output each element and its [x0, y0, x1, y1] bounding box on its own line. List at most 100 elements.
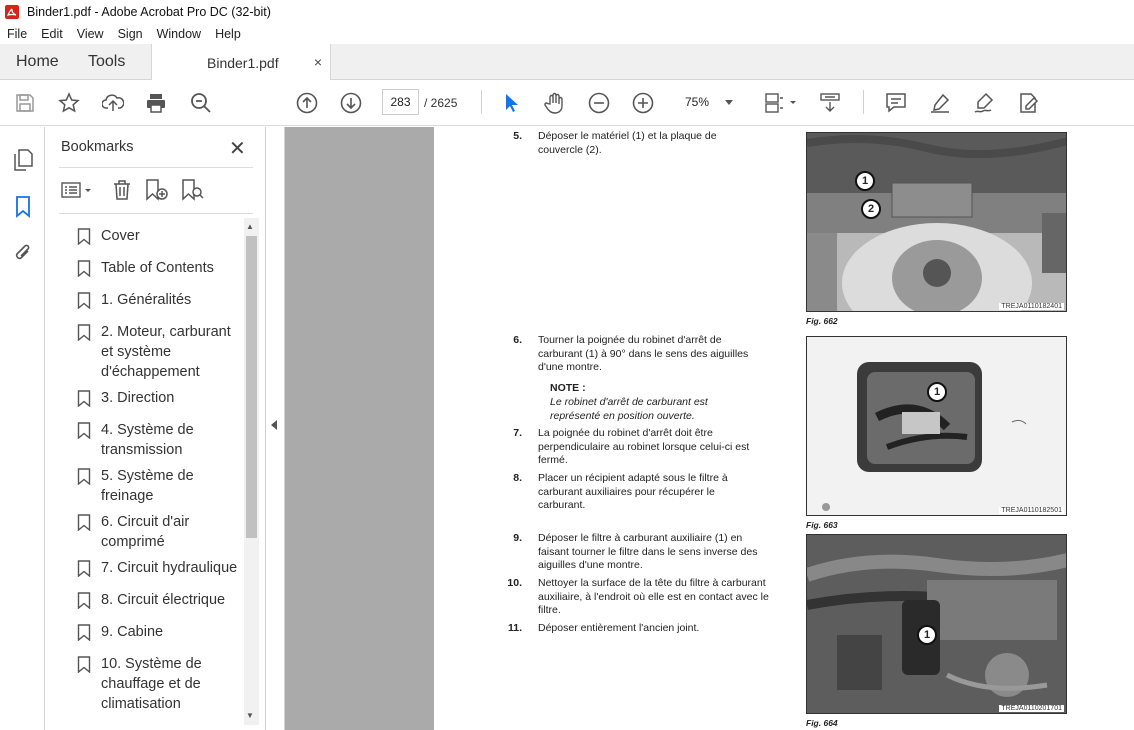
bookmark-label: 3. Direction: [101, 390, 175, 406]
bookmark-icon: [77, 468, 91, 485]
bookmarks-panel-icon[interactable]: [11, 195, 35, 219]
callout-1: 1: [927, 382, 947, 402]
callout-1: 1: [855, 171, 875, 191]
menu-view[interactable]: View: [70, 27, 111, 41]
menu-file[interactable]: File: [0, 27, 34, 41]
figure-id: TREJA0110182501: [999, 507, 1064, 514]
redact-icon[interactable]: [1016, 91, 1040, 115]
zoom-out-icon[interactable]: [587, 91, 611, 115]
toolbar-divider: [863, 90, 864, 114]
page-layout-icon[interactable]: [764, 91, 798, 115]
bookmark-label: 8. Circuit électrique: [101, 592, 226, 608]
scroll-mode-icon[interactable]: [818, 91, 842, 115]
scroll-up-icon[interactable]: ▲: [246, 222, 254, 231]
step-number: 7.: [513, 427, 522, 439]
bookmark-item-freinage[interactable]: 5. Système de freinage: [77, 466, 227, 506]
step-number: 5.: [513, 130, 522, 142]
step-number: 8.: [513, 472, 522, 484]
bookmark-icon: [77, 560, 91, 577]
tab-home[interactable]: Home: [16, 44, 59, 80]
sign-icon[interactable]: [972, 91, 996, 115]
figure-illustration: [822, 362, 1027, 511]
attachments-icon[interactable]: [11, 241, 35, 265]
callout-1: 1: [917, 625, 937, 645]
figure-illustration: [807, 535, 1066, 713]
figure-664-image: 1 TREJA0110201701: [806, 534, 1067, 714]
step-text: Déposer entièrement l'ancien joint.: [538, 622, 700, 634]
panel-divider: [59, 213, 253, 214]
bookmark-item-direction[interactable]: 3. Direction: [77, 388, 255, 408]
figure-caption: Fig. 662: [806, 316, 838, 326]
bookmark-label: 1. Généralités: [101, 292, 192, 308]
step-text: Tourner la poignée du robinet d'arrêt de…: [538, 334, 749, 373]
zoom-search-icon[interactable]: [189, 91, 213, 115]
bookmark-options-icon[interactable]: [61, 178, 95, 202]
upload-icon[interactable]: [101, 91, 125, 115]
bookmark-item-transmission[interactable]: 4. Système de transmission: [77, 420, 227, 460]
hand-tool-icon[interactable]: [543, 91, 567, 115]
previous-page-icon[interactable]: [295, 91, 319, 115]
bookmark-label: 5. Système de freinage: [101, 468, 194, 504]
step-text: Nettoyer la surface de la tête du filtre…: [538, 577, 769, 616]
bookmark-label: 4. Système de transmission: [101, 422, 194, 458]
bookmark-item-moteur[interactable]: 2. Moteur, carburant et système d'échapp…: [77, 322, 239, 382]
pages-thumbnail-icon[interactable]: [11, 148, 35, 172]
bookmark-item-toc[interactable]: Table of Contents: [77, 258, 255, 278]
zoom-select[interactable]: 75%: [677, 89, 747, 115]
step-text: La poignée du robinet d'arrêt doit être …: [538, 427, 750, 466]
tab-tools[interactable]: Tools: [88, 44, 125, 80]
save-icon[interactable]: [13, 91, 37, 115]
bookmark-item-generalites[interactable]: 1. Généralités: [77, 290, 255, 310]
figure-caption: Fig. 663: [806, 520, 838, 530]
step-number: 10.: [507, 577, 522, 589]
step-text: Déposer le matériel (1) et la plaque de …: [538, 130, 717, 156]
close-tab-icon[interactable]: ×: [314, 54, 322, 70]
close-panel-icon[interactable]: ✕: [229, 136, 246, 161]
delete-bookmark-icon[interactable]: [111, 178, 133, 202]
menu-window[interactable]: Window: [150, 27, 208, 41]
note-text: Le robinet d'arrêt de carburant est repr…: [550, 396, 708, 422]
page-number-input[interactable]: 283: [382, 89, 419, 115]
bookmark-label: Cover: [101, 228, 140, 244]
bookmark-item-hydraulique[interactable]: 7. Circuit hydraulique: [77, 558, 245, 578]
pdf-page: 5. Déposer le matériel (1) et la plaque …: [434, 127, 1134, 730]
title-bar: Binder1.pdf - Adobe Acrobat Pro DC (32-b…: [0, 0, 1134, 24]
new-bookmark-icon[interactable]: [145, 178, 169, 202]
bookmark-item-air-comprime[interactable]: 6. Circuit d'air comprimé: [77, 512, 227, 552]
bookmark-label: 6. Circuit d'air comprimé: [101, 514, 190, 550]
find-bookmark-icon[interactable]: [181, 178, 205, 202]
menu-sign[interactable]: Sign: [111, 27, 150, 41]
bookmark-icon: [77, 592, 91, 609]
bookmarks-title: Bookmarks: [61, 139, 134, 155]
step-number: 9.: [513, 532, 522, 544]
bookmark-icon: [77, 324, 91, 341]
collapse-panel-icon[interactable]: [271, 420, 277, 430]
bookmark-icon: [77, 292, 91, 309]
bookmark-item-cabine[interactable]: 9. Cabine: [77, 622, 255, 642]
menu-edit[interactable]: Edit: [34, 27, 70, 41]
window-title: Binder1.pdf - Adobe Acrobat Pro DC (32-b…: [27, 5, 271, 19]
highlight-pen-icon[interactable]: [928, 91, 952, 115]
tab-document[interactable]: Binder1.pdf ×: [151, 44, 331, 81]
bookmark-star-icon[interactable]: [57, 91, 81, 115]
figure-663-image: 1 TREJA0110182501: [806, 336, 1067, 516]
menu-bar: File Edit View Sign Window Help: [0, 24, 1134, 44]
step-text: Déposer le filtre à carburant auxiliaire…: [538, 532, 758, 571]
bookmark-icon: [77, 514, 91, 531]
bookmark-label: 7. Circuit hydraulique: [101, 560, 238, 576]
bookmark-item-cover[interactable]: Cover: [77, 226, 255, 246]
scroll-down-icon[interactable]: ▼: [246, 711, 254, 720]
toolbar: [0, 80, 1134, 126]
print-icon[interactable]: [144, 91, 168, 115]
next-page-icon[interactable]: [339, 91, 363, 115]
step-number: 6.: [513, 334, 522, 346]
bookmark-item-chauffage[interactable]: 10. Système de chauffage et de climatisa…: [77, 654, 227, 714]
comment-icon[interactable]: [884, 91, 908, 115]
bookmark-label: 9. Cabine: [101, 624, 164, 640]
select-cursor-icon[interactable]: [499, 91, 523, 115]
zoom-in-icon[interactable]: [631, 91, 655, 115]
bookmark-icon: [77, 390, 91, 407]
menu-help[interactable]: Help: [208, 27, 248, 41]
scrollbar-thumb[interactable]: [246, 236, 257, 538]
bookmark-item-electrique[interactable]: 8. Circuit électrique: [77, 590, 245, 610]
